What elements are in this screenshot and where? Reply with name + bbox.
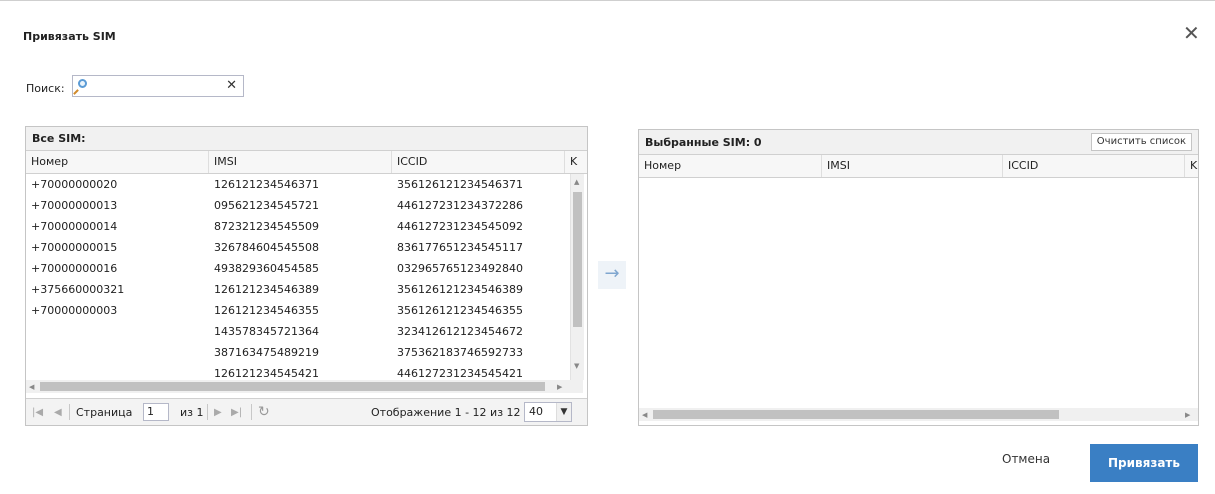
all-sims-rows: +70000000020 126121234546371 3561261212345… [26,174,570,380]
cell-imsi: 126121234546355 [214,304,319,317]
table-row[interactable]: +70000000020 126121234546371 3561261212345… [26,174,570,195]
clear-search-icon[interactable]: ✕ [226,78,237,93]
refresh-icon[interactable]: ↻ [258,404,270,420]
cell-iccid: 323412612123454672 [397,325,523,338]
bind-button[interactable]: Привязать [1090,444,1198,482]
last-page-icon[interactable]: ▶| [231,407,242,418]
cell-iccid: 446127231234372286 [397,199,523,212]
column-number[interactable]: Номер [639,155,822,177]
scrollbar-thumb[interactable] [40,382,545,391]
column-k[interactable]: K [565,151,587,173]
scroll-left-icon[interactable]: ◀ [642,411,647,419]
all-sims-horizontal-scrollbar[interactable]: ◀ ▶ [26,380,583,393]
cancel-button[interactable]: Отмена [1002,452,1050,466]
scrollbar-thumb[interactable] [653,410,1059,419]
table-row[interactable]: +70000000016 493829360454585 0329657651234… [26,258,570,279]
page-count-label: из 1 [180,406,204,419]
move-right-icon[interactable]: → [598,261,626,289]
bind-sim-dialog: Привязать SIM ✕ Поиск: ✕ Все SIM: Номер … [0,0,1215,494]
page-size-select[interactable]: 40 ▼ [524,402,572,422]
chevron-down-icon[interactable]: ▼ [556,403,571,421]
cell-iccid: 836177651234545117 [397,241,523,254]
table-row[interactable]: 387163475489219 375362183746592733 [26,342,570,363]
page-number-input[interactable]: 1 [143,403,169,421]
search-field[interactable]: ✕ [72,75,244,97]
clear-list-button[interactable]: Очистить список [1090,133,1192,151]
cell-number: +70000000014 [31,220,118,233]
cell-imsi: 143578345721364 [214,325,319,338]
column-imsi[interactable]: IMSI [209,151,392,173]
cell-number: +70000000003 [31,304,118,317]
cell-imsi: 126121234546371 [214,178,319,191]
cell-imsi: 126121234545421 [214,367,319,380]
cell-iccid: 356126121234546389 [397,283,523,296]
column-imsi[interactable]: IMSI [822,155,1003,177]
cell-number: +70000000015 [31,241,118,254]
first-page-icon[interactable]: |◀ [32,407,43,418]
cell-iccid: 356126121234546371 [397,178,523,191]
cell-imsi: 872321234545509 [214,220,319,233]
scroll-right-icon[interactable]: ▶ [1185,411,1190,419]
page-size-value: 40 [529,405,543,418]
scroll-up-icon[interactable]: ▲ [574,178,579,186]
cell-number: +70000000016 [31,262,118,275]
cell-iccid: 446127231234545092 [397,220,523,233]
all-sims-pager: |◀ ◀ Страница 1 из 1 ▶ ▶| ↻ Отображение … [26,398,587,425]
table-row[interactable]: +375660000321 126121234546389 356126121234… [26,279,570,300]
selected-sims-count: Выбранные SIM: 0 [645,136,762,149]
prev-page-icon[interactable]: ◀ [54,407,62,418]
column-k[interactable]: K [1185,155,1198,177]
table-row[interactable]: +70000000014 872321234545509 4461272312345… [26,216,570,237]
cell-iccid: 032965765123492840 [397,262,523,275]
display-info: Отображение 1 - 12 из 12 [371,406,521,419]
search-input[interactable] [95,78,223,94]
scroll-left-icon[interactable]: ◀ [29,383,34,391]
search-label: Поиск: [26,82,65,95]
cell-iccid: 356126121234546355 [397,304,523,317]
cell-imsi: 387163475489219 [214,346,319,359]
cell-number: +375660000321 [31,283,125,296]
table-row[interactable]: +70000000015 326784604545508 8361776512345… [26,237,570,258]
table-row[interactable]: +70000000013 095621234545721 4461272312343… [26,195,570,216]
close-icon[interactable]: ✕ [1183,23,1200,43]
cell-imsi: 326784604545508 [214,241,319,254]
scroll-down-icon[interactable]: ▼ [574,362,579,370]
scrollbar-thumb[interactable] [573,192,582,327]
cell-imsi: 126121234546389 [214,283,319,296]
search-icon [78,79,87,88]
table-row[interactable]: +70000000003 126121234546355 3561261212345… [26,300,570,321]
selected-sims-horizontal-scrollbar[interactable]: ◀ ▶ [639,408,1198,421]
selected-sims-column-header: Номер IMSI ICCID K [639,155,1198,178]
all-sims-column-header: Номер IMSI ICCID K [26,151,587,174]
selected-sims-title: Выбранные SIM: 0 Очистить список [639,130,1198,155]
cell-imsi: 493829360454585 [214,262,319,275]
next-page-icon[interactable]: ▶ [214,407,222,418]
table-row[interactable]: 143578345721364 323412612123454672 [26,321,570,342]
page-label: Страница [76,406,133,419]
column-iccid[interactable]: ICCID [1003,155,1185,177]
all-sims-grid: Все SIM: Номер IMSI ICCID K +70000000020… [25,126,588,426]
cell-number: +70000000020 [31,178,118,191]
all-sims-vertical-scrollbar[interactable]: ▲ ▼ [570,174,584,380]
all-sims-title: Все SIM: [26,127,587,151]
cell-imsi: 095621234545721 [214,199,319,212]
cell-iccid: 375362183746592733 [397,346,523,359]
cell-iccid: 446127231234545421 [397,367,523,380]
selected-sims-grid: Выбранные SIM: 0 Очистить список Номер I… [638,129,1199,426]
scroll-right-icon[interactable]: ▶ [557,383,562,391]
column-number[interactable]: Номер [26,151,209,173]
column-iccid[interactable]: ICCID [392,151,565,173]
cell-number: +70000000013 [31,199,118,212]
dialog-title: Привязать SIM [23,30,116,43]
table-row[interactable]: 126121234545421 446127231234545421 [26,363,570,380]
